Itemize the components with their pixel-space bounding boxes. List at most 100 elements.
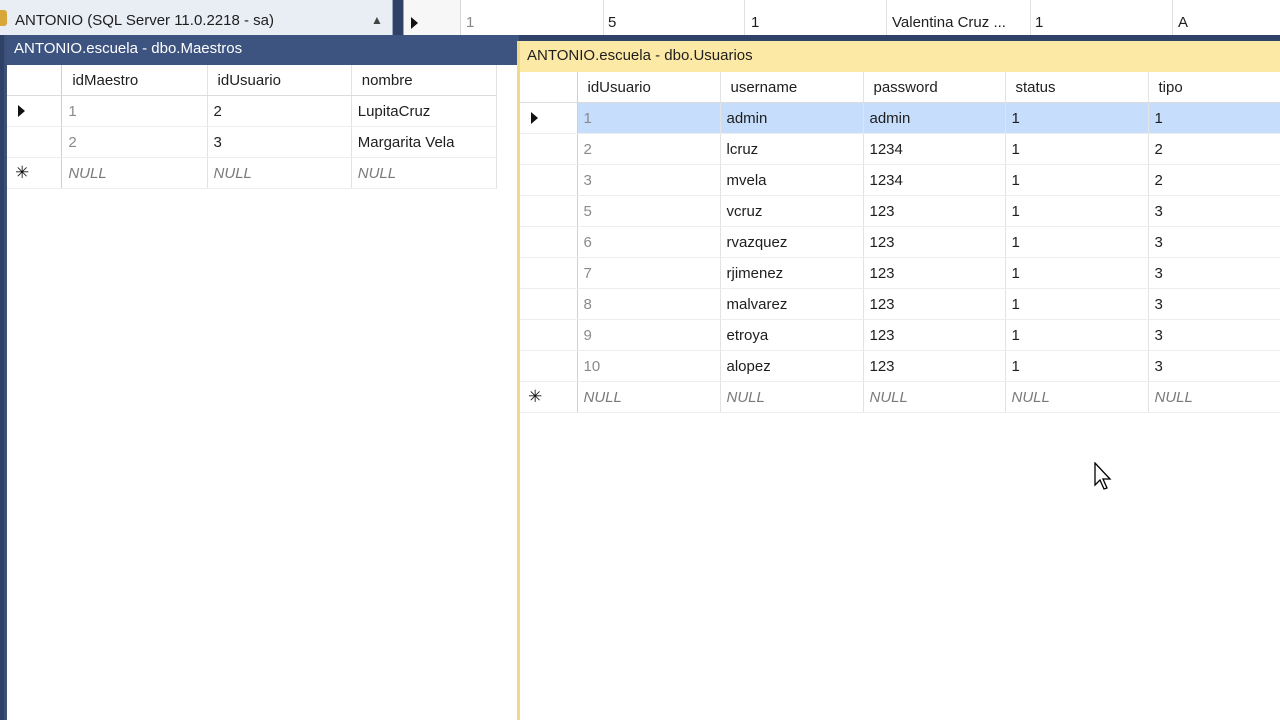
cell[interactable]: 1 — [1005, 257, 1149, 289]
cell[interactable]: malvarez — [720, 288, 864, 320]
cell[interactable]: rvazquez — [720, 226, 864, 258]
cell[interactable]: 3 — [577, 164, 721, 196]
table-row[interactable]: 1 2 LupitaCruz — [7, 95, 498, 127]
row-selector[interactable] — [7, 126, 63, 158]
table-row[interactable]: 8 malvarez 123 1 3 — [520, 288, 1280, 320]
cell[interactable]: NULL — [577, 381, 721, 413]
table-row[interactable]: 2 lcruz 1234 1 2 — [520, 133, 1280, 165]
column-header-username[interactable]: username — [720, 72, 864, 103]
column-header-status[interactable]: status — [1005, 72, 1149, 103]
cell[interactable]: 2 — [61, 126, 208, 158]
table-row[interactable]: 2 3 Margarita Vela — [7, 126, 498, 158]
cell[interactable]: 2 — [1148, 133, 1280, 165]
column-header-nombre[interactable]: nombre — [351, 65, 498, 96]
cell[interactable]: NULL — [61, 157, 208, 189]
table-row[interactable]: 5 vcruz 123 1 3 — [520, 195, 1280, 227]
row-selector[interactable] — [520, 102, 578, 134]
cell[interactable]: 123 — [863, 226, 1006, 258]
usuarios-grid[interactable]: idUsuario username password status tipo … — [520, 72, 1280, 413]
cell[interactable]: LupitaCruz — [351, 95, 498, 127]
column-header-tipo[interactable]: tipo — [1148, 72, 1280, 103]
row-selector[interactable] — [404, 0, 461, 35]
cell[interactable]: 6 — [577, 226, 721, 258]
row-selector[interactable] — [520, 350, 578, 382]
cell[interactable]: 1 — [61, 95, 208, 127]
cell[interactable]: 3 — [1148, 195, 1280, 227]
cell[interactable]: 3 — [1148, 257, 1280, 289]
table-row[interactable]: 10 alopez 123 1 3 — [520, 350, 1280, 382]
new-row[interactable]: ✳ NULL NULL NULL — [7, 157, 498, 189]
table-row[interactable]: 3 mvela 1234 1 2 — [520, 164, 1280, 196]
maestros-grid-area[interactable]: idMaestro idUsuario nombre 1 2 LupitaCru… — [7, 65, 519, 720]
usuarios-grid-area[interactable]: idUsuario username password status tipo … — [520, 72, 1280, 720]
column-header-password[interactable]: password — [863, 72, 1006, 103]
cell[interactable]: 3 — [1148, 288, 1280, 320]
new-row[interactable]: ✳ NULL NULL NULL NULL NULL — [520, 381, 1280, 413]
cell[interactable]: admin — [720, 102, 864, 134]
cell[interactable]: 1 — [1005, 102, 1149, 134]
header-corner[interactable] — [520, 72, 578, 103]
row-selector[interactable] — [520, 226, 578, 258]
cell[interactable]: NULL — [1005, 381, 1149, 413]
row-selector[interactable] — [7, 95, 63, 127]
row-selector[interactable] — [520, 133, 578, 165]
row-selector[interactable]: ✳ — [520, 381, 578, 413]
cell[interactable]: 123 — [863, 350, 1006, 382]
cell[interactable]: 1234 — [863, 164, 1006, 196]
cell[interactable]: 3 — [1148, 226, 1280, 258]
cell[interactable]: vcruz — [720, 195, 864, 227]
cell[interactable]: 1 — [1005, 288, 1149, 320]
row-selector[interactable] — [520, 164, 578, 196]
cell[interactable]: NULL — [720, 381, 864, 413]
row-selector[interactable] — [520, 288, 578, 320]
cell[interactable]: 3 — [1148, 319, 1280, 351]
cell[interactable]: 1234 — [863, 133, 1006, 165]
cell[interactable]: 1 — [1005, 350, 1149, 382]
cell[interactable]: NULL — [863, 381, 1006, 413]
table-row[interactable]: 7 rjimenez 123 1 3 — [520, 257, 1280, 289]
maestros-table-window[interactable]: ANTONIO.escuela - dbo.Maestros idMaestro… — [4, 35, 519, 720]
header-corner[interactable] — [7, 65, 63, 96]
cell[interactable]: 1 — [1148, 102, 1280, 134]
cell[interactable]: 2 — [207, 95, 352, 127]
usuarios-window-title[interactable]: ANTONIO.escuela - dbo.Usuarios — [520, 41, 1280, 72]
cell[interactable]: 8 — [577, 288, 721, 320]
object-explorer-server-node[interactable]: ANTONIO (SQL Server 11.0.2218 - sa) ▲ — [0, 0, 393, 35]
cell[interactable]: 10 — [577, 350, 721, 382]
cell[interactable]: Margarita Vela — [351, 126, 498, 158]
row-selector[interactable]: ✳ — [7, 157, 63, 189]
column-header-idmaestro[interactable]: idMaestro — [61, 65, 208, 96]
cell[interactable]: lcruz — [720, 133, 864, 165]
cell[interactable]: 5 — [577, 195, 721, 227]
cell[interactable]: alopez — [720, 350, 864, 382]
cell[interactable]: 1 — [1005, 133, 1149, 165]
usuarios-table-window[interactable]: ANTONIO.escuela - dbo.Usuarios idUsuario… — [517, 41, 1280, 720]
cell[interactable]: 123 — [863, 195, 1006, 227]
row-selector[interactable] — [520, 319, 578, 351]
cell[interactable]: 1 — [1005, 226, 1149, 258]
cell[interactable]: 3 — [207, 126, 352, 158]
maestros-grid[interactable]: idMaestro idUsuario nombre 1 2 LupitaCru… — [7, 65, 498, 189]
column-header-idusuario[interactable]: idUsuario — [207, 65, 352, 96]
cell[interactable]: 2 — [1148, 164, 1280, 196]
row-selector[interactable] — [520, 195, 578, 227]
cell[interactable]: NULL — [1148, 381, 1280, 413]
cell[interactable]: etroya — [720, 319, 864, 351]
cell[interactable]: mvela — [720, 164, 864, 196]
cell[interactable]: NULL — [351, 157, 498, 189]
cell[interactable]: 2 — [577, 133, 721, 165]
cell[interactable]: 1 — [577, 102, 721, 134]
scroll-up-icon[interactable]: ▲ — [366, 10, 388, 30]
cell[interactable]: rjimenez — [720, 257, 864, 289]
cell[interactable]: NULL — [207, 157, 352, 189]
cell[interactable]: 9 — [577, 319, 721, 351]
cell[interactable]: 7 — [577, 257, 721, 289]
column-header-idusuario[interactable]: idUsuario — [577, 72, 721, 103]
table-row[interactable]: 9 etroya 123 1 3 — [520, 319, 1280, 351]
cell[interactable]: 123 — [863, 257, 1006, 289]
table-row[interactable]: 6 rvazquez 123 1 3 — [520, 226, 1280, 258]
cell[interactable]: 123 — [863, 288, 1006, 320]
cell[interactable]: 1 — [1005, 195, 1149, 227]
cell[interactable]: admin — [863, 102, 1006, 134]
maestros-window-title[interactable]: ANTONIO.escuela - dbo.Maestros — [7, 35, 519, 65]
